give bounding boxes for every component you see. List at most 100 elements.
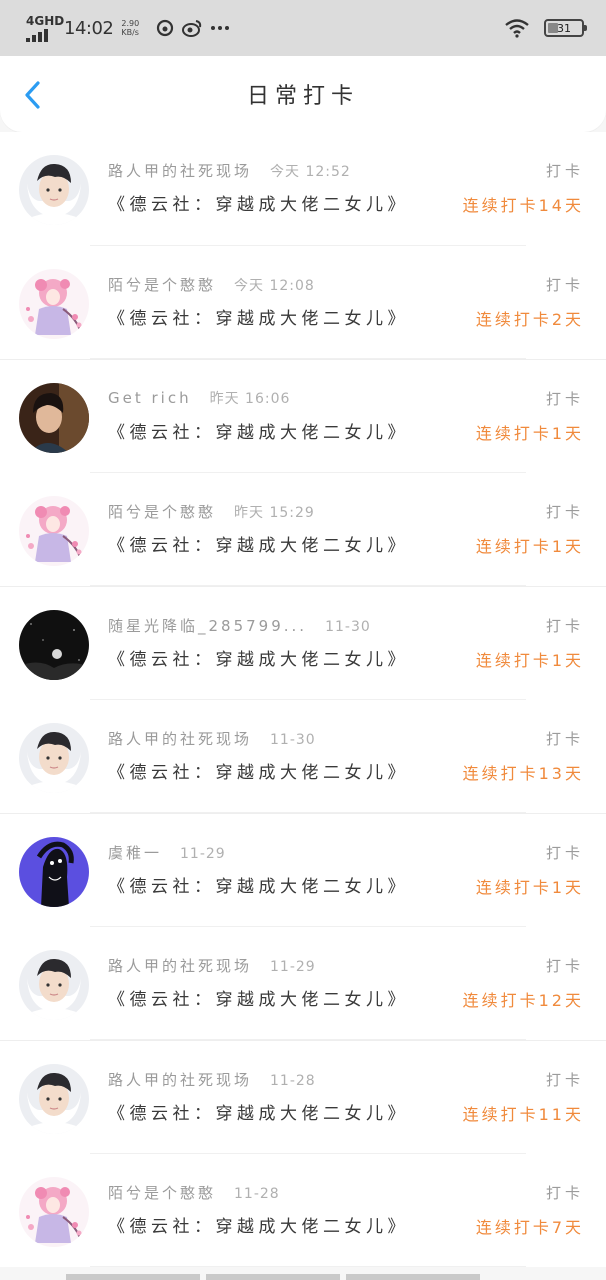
timestamp: 11-29: [180, 846, 226, 862]
bottom-indicator: [66, 1274, 480, 1280]
meta-line: 陌兮是个憨憨 今天 12:08: [108, 274, 315, 295]
divider: [90, 1266, 526, 1267]
network-type: 4GHD: [26, 13, 65, 28]
book-title[interactable]: 《德云社：穿越成大佬二女儿》: [108, 872, 409, 897]
user-name[interactable]: 陌兮是个憨憨: [108, 274, 216, 295]
meta-line: 路人甲的社死现场 今天 12:52: [108, 160, 351, 181]
checkin-label: 打卡: [545, 956, 584, 975]
network-speed: 2.90 KB/s: [121, 19, 139, 37]
meta-line: 陌兮是个憨憨 11-28: [108, 1182, 280, 1203]
clock: 14:02: [64, 17, 114, 39]
checkin-label: 打卡: [545, 617, 584, 635]
user-name[interactable]: 陌兮是个憨憨: [108, 1182, 216, 1203]
list-item[interactable]: 随星光降临_285799... 11-30 《德云社：穿越成大佬二女儿》 打卡连续打卡…: [0, 586, 606, 700]
weibo-icon: [157, 19, 174, 37]
status-right: 31: [504, 18, 587, 38]
streak-text: 连续打卡12天: [462, 990, 584, 1010]
list-item[interactable]: 陌兮是个憨憨 11-28 《德云社：穿越成大佬二女儿》 打卡连续打卡7天: [0, 1153, 606, 1267]
header: 日常打卡: [0, 56, 606, 132]
user-name[interactable]: 路人甲的社死现场: [108, 728, 252, 749]
avatar[interactable]: [19, 383, 89, 453]
avatar[interactable]: [19, 268, 89, 339]
checkin-label: 打卡: [545, 275, 584, 294]
user-name[interactable]: 路人甲的社死现场: [108, 1069, 252, 1090]
weibo-icon: [182, 20, 202, 37]
notification-icons: [155, 18, 231, 38]
meta-line: 路人甲的社死现场 11-28: [108, 1069, 316, 1090]
page-title: 日常打卡: [246, 84, 359, 109]
status-bar: 4GHD 14:02 2.90 KB/s 31: [0, 0, 606, 56]
timestamp: 11-28: [234, 1185, 280, 1202]
checkin-label: 打卡: [545, 1071, 584, 1089]
book-title[interactable]: 《德云社：穿越成大佬二女儿》: [108, 1099, 409, 1124]
book-title[interactable]: 《德云社：穿越成大佬二女儿》: [108, 645, 409, 670]
meta-line: 虞稚一 11-29: [108, 842, 226, 863]
list-item[interactable]: 陌兮是个憨憨 昨天 15:29 《德云社：穿越成大佬二女儿》 打卡连续打卡1天: [0, 472, 606, 586]
checkin-list: 路人甲的社死现场 今天 12:52 《德云社：穿越成大佬二女儿》 打卡 连续打卡14天陌…: [0, 132, 606, 1267]
checkin-label: 打卡: [545, 729, 584, 748]
list-item[interactable]: 路人甲的社死现场 11-30 《德云社：穿越成大佬二女儿》 打卡连续打卡13天: [0, 699, 606, 813]
meta-line: Get rich 昨天 16:06: [108, 388, 290, 408]
list-item[interactable]: 虞稚一 11-29 《德云社：穿越成大佬二女儿》 打卡连续打卡1天: [0, 813, 606, 927]
streak-text: 连续打卡1天: [475, 424, 584, 443]
avatar[interactable]: [19, 1176, 89, 1247]
user-name[interactable]: Get rich: [108, 389, 192, 407]
status-left: 4GHD 14:02 2.90 KB/s: [26, 15, 231, 42]
checkin-label: 打卡: [545, 1183, 584, 1202]
streak-text: 连续打卡1天: [475, 878, 584, 897]
user-name[interactable]: 路人甲的社死现场: [108, 160, 252, 181]
avatar[interactable]: [19, 1064, 89, 1134]
book-title[interactable]: 《德云社：穿越成大佬二女儿》: [108, 190, 409, 215]
streak-text: 连续打卡14天: [462, 196, 584, 215]
user-name[interactable]: 虞稚一: [108, 842, 162, 863]
timestamp: 11-29: [270, 958, 316, 975]
speed-value: 2.90: [121, 19, 140, 28]
checkin-label: 打卡: [545, 390, 584, 408]
list-item[interactable]: 路人甲的社死现场 11-28 《德云社：穿越成大佬二女儿》 打卡连续打卡11天: [0, 1040, 606, 1154]
book-title[interactable]: 《德云社：穿越成大佬二女儿》: [108, 985, 409, 1010]
streak-text: 连续打卡11天: [462, 1105, 584, 1124]
back-icon[interactable]: [20, 80, 48, 110]
meta-line: 路人甲的社死现场 11-30: [108, 728, 316, 749]
streak-text: 连续打卡1天: [475, 536, 584, 556]
wifi-icon: [505, 19, 529, 38]
speed-unit: KB/s: [121, 28, 139, 37]
book-title[interactable]: 《德云社：穿越成大佬二女儿》: [108, 418, 409, 443]
cellular-signal-icon: 4GHD: [26, 15, 64, 42]
list-item[interactable]: 路人甲的社死现场 11-29 《德云社：穿越成大佬二女儿》 打卡连续打卡12天: [0, 926, 606, 1040]
streak-text: 连续打卡2天: [475, 309, 584, 329]
timestamp: 今天 12:52: [270, 164, 351, 180]
list-item[interactable]: Get rich 昨天 16:06 《德云社：穿越成大佬二女儿》 打卡连续打卡1天: [0, 359, 606, 473]
checkin-label: 打卡: [545, 162, 584, 180]
streak-text: 连续打卡1天: [475, 651, 584, 670]
timestamp: 今天 12:08: [234, 277, 315, 294]
user-name[interactable]: 陌兮是个憨憨: [108, 501, 216, 522]
list-item[interactable]: 路人甲的社死现场 今天 12:52 《德云社：穿越成大佬二女儿》 打卡连续打卡14天: [0, 132, 606, 246]
user-name[interactable]: 路人甲的社死现场: [108, 955, 252, 976]
avatar[interactable]: [19, 610, 89, 680]
timestamp: 11-30: [270, 731, 316, 748]
streak-text: 连续打卡7天: [475, 1217, 584, 1237]
timestamp: 昨天 15:29: [234, 504, 315, 521]
avatar[interactable]: [19, 155, 89, 225]
book-title[interactable]: 《德云社：穿越成大佬二女儿》: [108, 758, 409, 783]
list-item[interactable]: 陌兮是个憨憨 今天 12:08 《德云社：穿越成大佬二女儿》 打卡连续打卡2天: [0, 245, 606, 359]
meta-line: 陌兮是个憨憨 昨天 15:29: [108, 501, 315, 522]
timestamp: 11-30: [325, 619, 371, 635]
book-title[interactable]: 《德云社：穿越成大佬二女儿》: [108, 531, 409, 556]
avatar[interactable]: [19, 949, 89, 1020]
checkin-label: 打卡: [545, 502, 584, 521]
more-icon: [211, 26, 230, 30]
streak-text: 连续打卡13天: [462, 763, 584, 783]
timestamp: 11-28: [270, 1073, 316, 1089]
checkin-label: 打卡: [545, 844, 584, 862]
meta-line: 路人甲的社死现场 11-29: [108, 955, 316, 976]
battery-icon: 31: [544, 19, 587, 37]
avatar[interactable]: [19, 722, 89, 793]
meta-line: 随星光降临_285799... 11-30: [108, 615, 371, 636]
avatar[interactable]: [19, 837, 89, 907]
book-title[interactable]: 《德云社：穿越成大佬二女儿》: [108, 304, 409, 329]
book-title[interactable]: 《德云社：穿越成大佬二女儿》: [108, 1212, 409, 1237]
avatar[interactable]: [19, 495, 89, 566]
user-name[interactable]: 随星光降临_285799...: [108, 615, 307, 636]
